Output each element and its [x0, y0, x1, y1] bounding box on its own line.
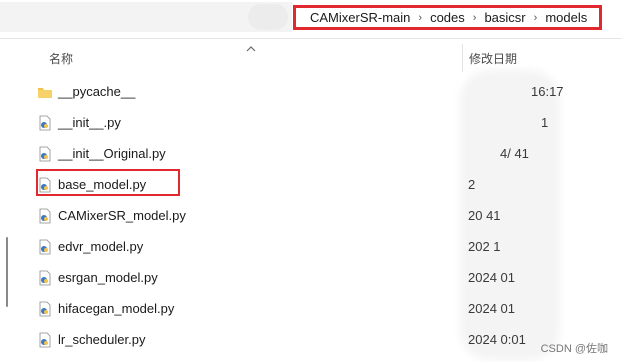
list-item-file[interactable]: CAMixerSR_model.py	[30, 204, 462, 228]
file-name: hifacegan_model.py	[58, 301, 175, 316]
breadcrumb-item[interactable]: codes	[430, 10, 465, 25]
watermark: CSDN @佐咖	[540, 343, 608, 355]
file-name: __init__Original.py	[58, 146, 166, 161]
file-date: 1	[541, 115, 549, 130]
file-date: 2024 01	[468, 270, 515, 285]
list-item-file[interactable]: lr_scheduler.py	[30, 328, 462, 352]
file-date: 202 1	[468, 239, 501, 254]
file-date: 4/ 41	[500, 146, 529, 161]
file-date: 2	[468, 177, 476, 192]
list-item-file[interactable]: __init__.py	[30, 111, 462, 135]
file-name: __init__.py	[58, 115, 121, 130]
column-header-modified[interactable]: 修改日期	[469, 44, 517, 72]
list-item-file[interactable]: __init__Original.py	[30, 142, 462, 166]
python-file-icon	[39, 301, 51, 317]
file-name: esrgan_model.py	[58, 270, 158, 285]
sort-ascending-icon[interactable]	[246, 45, 256, 52]
scroll-indicator[interactable]	[6, 237, 8, 307]
file-date: 16:17	[531, 84, 564, 99]
chevron-right-icon: ›	[533, 11, 538, 24]
file-name: CAMixerSR_model.py	[58, 208, 186, 223]
header-divider	[0, 38, 622, 39]
chevron-right-icon: ›	[418, 11, 423, 24]
breadcrumb-item[interactable]: basicsr	[484, 10, 525, 25]
file-date: 2024 0:01	[468, 332, 526, 347]
column-separator[interactable]	[462, 44, 463, 72]
list-item-file[interactable]: edvr_model.py	[30, 235, 462, 259]
python-file-icon	[39, 239, 51, 255]
column-header-name[interactable]: 名称	[49, 44, 73, 72]
list-item-file[interactable]: esrgan_model.py	[30, 266, 462, 290]
python-file-icon	[39, 332, 51, 348]
list-item-file[interactable]: hifacegan_model.py	[30, 297, 462, 321]
folder-icon	[38, 88, 52, 98]
breadcrumb-item[interactable]: models	[545, 10, 587, 25]
file-name: lr_scheduler.py	[58, 332, 146, 347]
python-file-icon	[39, 270, 51, 286]
python-file-icon	[39, 115, 51, 131]
address-blurred-area	[248, 4, 288, 30]
file-highlight-box	[36, 169, 180, 196]
breadcrumb[interactable]: CAMixerSR-main › codes › basicsr › model…	[293, 5, 602, 30]
address-bar: CAMixerSR-main › codes › basicsr › model…	[0, 0, 622, 36]
file-name: __pycache__	[58, 84, 136, 99]
list-item-folder[interactable]: __pycache__	[30, 80, 462, 104]
python-file-icon	[39, 146, 51, 162]
file-date: 20 41	[468, 208, 501, 223]
python-file-icon	[39, 208, 51, 224]
breadcrumb-item[interactable]: CAMixerSR-main	[310, 10, 410, 25]
file-date: 2024 01	[468, 301, 515, 316]
chevron-right-icon: ›	[472, 11, 477, 24]
file-name: edvr_model.py	[58, 239, 144, 254]
